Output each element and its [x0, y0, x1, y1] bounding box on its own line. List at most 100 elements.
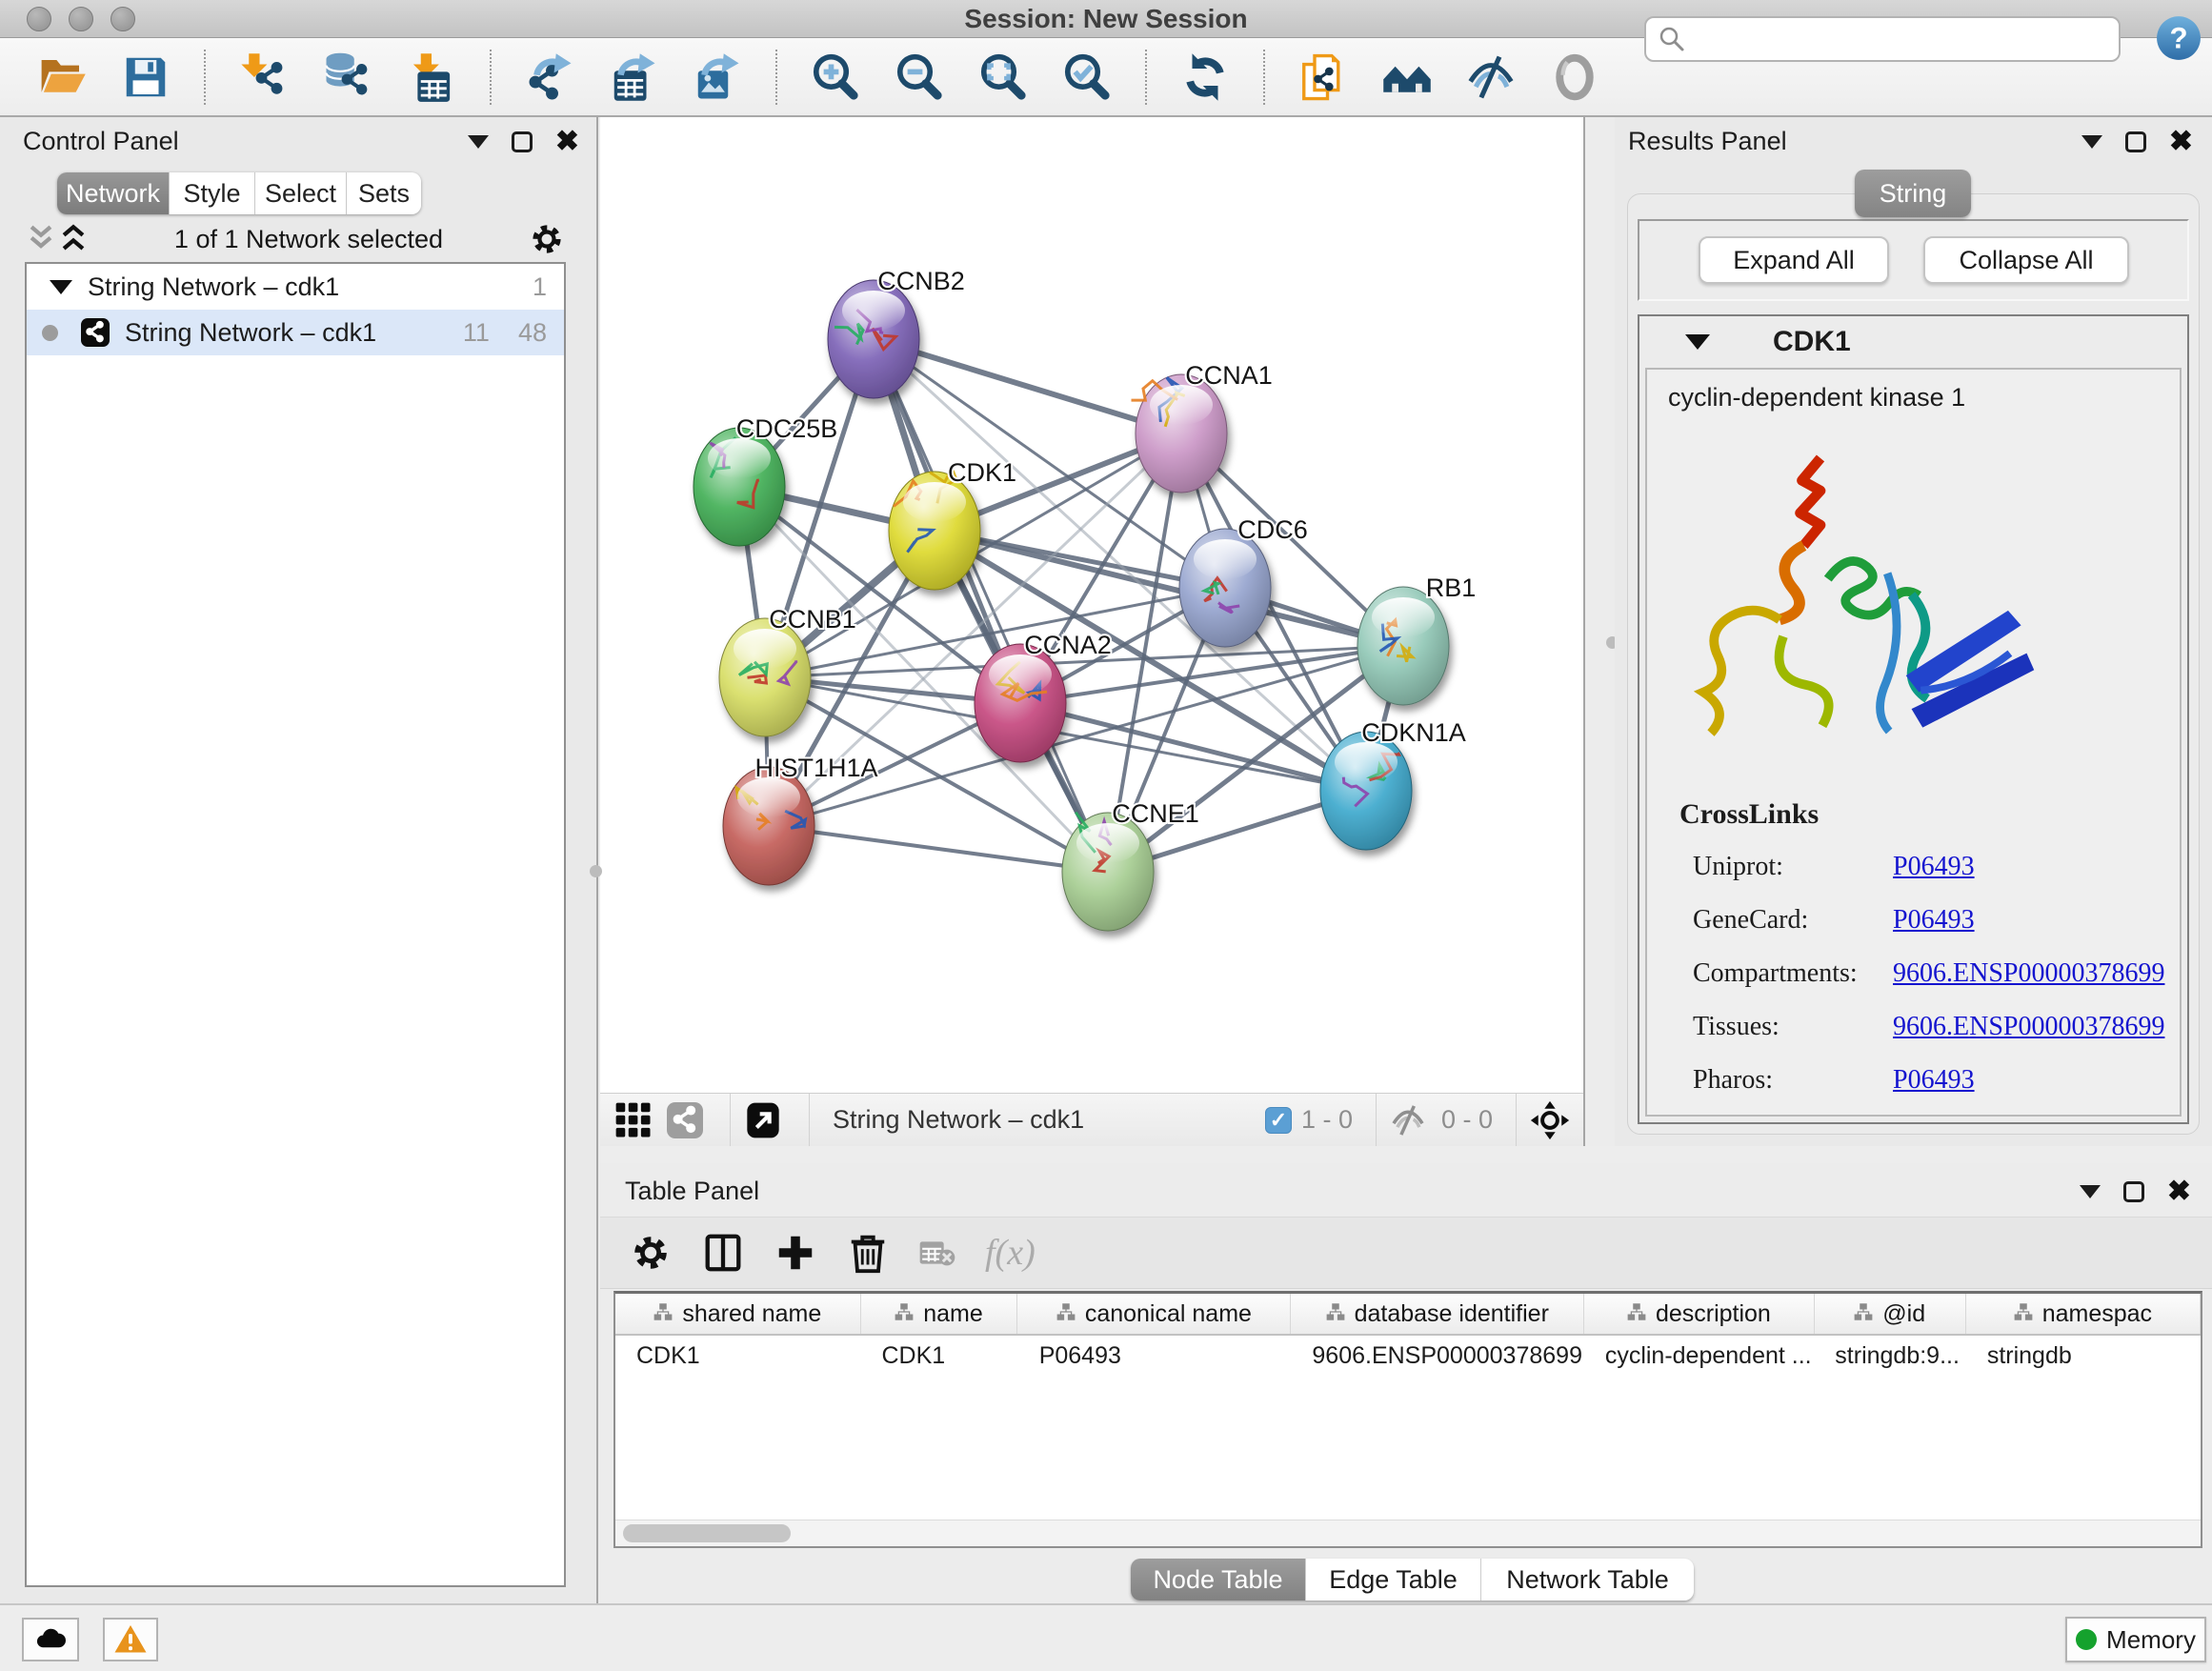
- scrollbar-thumb[interactable]: [623, 1524, 791, 1542]
- column-header-canonical-name[interactable]: canonical name: [1017, 1294, 1291, 1334]
- export-network-icon[interactable]: [524, 51, 575, 103]
- column-tree-icon: [1326, 1300, 1345, 1328]
- panel-float-icon[interactable]: [2123, 1181, 2144, 1202]
- apply-layout-icon[interactable]: [1179, 51, 1231, 103]
- vertical-splitter-handle[interactable]: [590, 865, 602, 877]
- tab-select[interactable]: Select: [255, 172, 347, 214]
- table-row[interactable]: CDK1CDK1P064939606.ENSP00000378699cyclin…: [615, 1336, 2201, 1376]
- collection-disclosure-icon[interactable]: [50, 280, 72, 294]
- panel-close-icon[interactable]: ✖: [2167, 1181, 2191, 1202]
- search-input[interactable]: [1694, 24, 2107, 55]
- memory-button[interactable]: Memory: [2065, 1617, 2206, 1662]
- network-view-toolbar: String Network – cdk1 ✓ 1 - 0 0 - 0: [600, 1093, 1583, 1146]
- search-field[interactable]: [1644, 16, 2121, 62]
- column-header-name[interactable]: name: [861, 1294, 1018, 1334]
- panel-menu-icon[interactable]: [2080, 1185, 2101, 1198]
- network-label: String Network – cdk1: [125, 318, 463, 348]
- crosslink-link[interactable]: P06493: [1893, 905, 1975, 935]
- panel-close-icon[interactable]: ✖: [555, 131, 579, 152]
- graphics-details-icon[interactable]: [1465, 51, 1517, 103]
- panel-float-icon[interactable]: [2125, 131, 2146, 152]
- column-header-description[interactable]: description: [1584, 1294, 1815, 1334]
- panel-menu-icon[interactable]: [468, 135, 489, 149]
- network-graph[interactable]: CCNB2CCNA1CDC25BCDK1CDC6RB1CCNB1CCNA2CDK…: [600, 117, 1585, 1093]
- column-header-namespac[interactable]: namespac: [1966, 1294, 2201, 1334]
- open-session-icon[interactable]: [36, 51, 88, 103]
- crosslink-row: Tissues:9606.ENSP00000378699: [1679, 1000, 2180, 1054]
- new-network-from-selection-icon[interactable]: [1297, 51, 1349, 103]
- birds-eye-view-icon[interactable]: [1549, 51, 1600, 103]
- collapse-all-networks-icon[interactable]: [25, 223, 57, 255]
- column-header-database-identifier[interactable]: database identifier: [1291, 1294, 1584, 1334]
- column-header--id[interactable]: @id: [1815, 1294, 1966, 1334]
- add-column-icon[interactable]: [774, 1231, 817, 1275]
- warning-icon: [113, 1622, 148, 1657]
- zoom-selected-icon[interactable]: [1061, 51, 1113, 103]
- panel-float-icon[interactable]: [512, 131, 533, 152]
- zoom-out-icon[interactable]: [894, 51, 945, 103]
- fit-selected-icon[interactable]: [1530, 1100, 1570, 1140]
- network-node-ccna1[interactable]: CCNA1: [1132, 361, 1273, 493]
- gene-disclosure-icon[interactable]: [1685, 334, 1710, 350]
- crosslink-link[interactable]: P06493: [1893, 1065, 1975, 1095]
- panel-close-icon[interactable]: ✖: [2169, 131, 2193, 152]
- first-neighbors-icon[interactable]: [1381, 51, 1433, 103]
- tab-string[interactable]: String: [1855, 170, 1971, 217]
- expand-all-networks-icon[interactable]: [57, 223, 90, 255]
- help-icon[interactable]: ?: [2155, 14, 2202, 62]
- crosslink-label: GeneCard:: [1693, 894, 1893, 947]
- export-table-icon[interactable]: [608, 51, 659, 103]
- network-thumbnail-icon[interactable]: [667, 1102, 703, 1138]
- zoom-fit-icon[interactable]: [977, 51, 1029, 103]
- network-node-hist1h1a[interactable]: HIST1H1A: [723, 754, 878, 885]
- table-options-gear-icon[interactable]: [629, 1231, 673, 1275]
- tab-network[interactable]: Network: [57, 172, 170, 214]
- gene-section-header[interactable]: CDK1: [1639, 316, 2187, 368]
- import-network-database-icon[interactable]: [322, 51, 373, 103]
- table-cell: stringdb:9...: [1814, 1336, 1966, 1376]
- column-label: canonical name: [1085, 1300, 1252, 1328]
- network-node-ccnb2[interactable]: CCNB2: [828, 267, 965, 398]
- delete-column-icon[interactable]: [846, 1231, 890, 1275]
- warnings-button[interactable]: [103, 1618, 158, 1661]
- node-label-ccna2: CCNA2: [1024, 631, 1112, 659]
- hidden-elements-icon[interactable]: [1390, 1102, 1426, 1138]
- column-header-shared-name[interactable]: shared name: [615, 1294, 861, 1334]
- export-image-icon[interactable]: [692, 51, 743, 103]
- hidden-counter: 0 - 0: [1441, 1105, 1493, 1135]
- import-network-icon[interactable]: [238, 51, 290, 103]
- panel-menu-icon[interactable]: [2081, 135, 2102, 149]
- show-columns-icon[interactable]: [701, 1231, 745, 1275]
- expand-all-button[interactable]: Expand All: [1699, 236, 1889, 284]
- save-session-icon[interactable]: [120, 51, 171, 103]
- crosslink-link[interactable]: 9606.ENSP00000378699: [1893, 1012, 2164, 1041]
- table-horizontal-scrollbar[interactable]: [615, 1520, 2201, 1546]
- horizontal-splitter[interactable]: [600, 1146, 2212, 1163]
- collection-count: 1: [533, 272, 547, 302]
- network-node-cdc6[interactable]: CDC6: [1179, 515, 1308, 647]
- tab-node-table[interactable]: Node Table: [1131, 1559, 1306, 1601]
- node-label-ccnb2: CCNB2: [877, 267, 965, 295]
- network-node-rb1[interactable]: RB1: [1357, 574, 1476, 705]
- crosslink-link[interactable]: 9606.ENSP00000378699: [1893, 958, 2164, 988]
- network-node-cdkn1a[interactable]: CDKN1A: [1320, 718, 1466, 850]
- cloud-status-button[interactable]: [22, 1618, 79, 1661]
- import-table-icon[interactable]: [406, 51, 457, 103]
- network-row[interactable]: String Network – cdk1 11 48: [27, 310, 564, 355]
- detach-view-icon[interactable]: [744, 1101, 782, 1139]
- tab-sets[interactable]: Sets: [347, 172, 421, 214]
- network-collection-row[interactable]: String Network – cdk1 1: [27, 264, 564, 310]
- column-tree-icon: [654, 1300, 673, 1328]
- selected-nodes-checkbox[interactable]: ✓: [1265, 1107, 1292, 1134]
- network-view[interactable]: CCNB2CCNA1CDC25BCDK1CDC6RB1CCNB1CCNA2CDK…: [600, 117, 1585, 1146]
- collapse-all-button[interactable]: Collapse All: [1923, 236, 2129, 284]
- network-tree: String Network – cdk1 1 String Network –…: [25, 262, 566, 1587]
- network-options-gear-icon[interactable]: [528, 220, 566, 258]
- grid-view-icon[interactable]: [613, 1100, 654, 1140]
- crosslink-link[interactable]: P06493: [1893, 852, 1975, 881]
- zoom-in-icon[interactable]: [810, 51, 861, 103]
- column-label: description: [1656, 1300, 1771, 1328]
- tab-network-table[interactable]: Network Table: [1481, 1559, 1694, 1601]
- tab-style[interactable]: Style: [170, 172, 255, 214]
- tab-edge-table[interactable]: Edge Table: [1306, 1559, 1481, 1601]
